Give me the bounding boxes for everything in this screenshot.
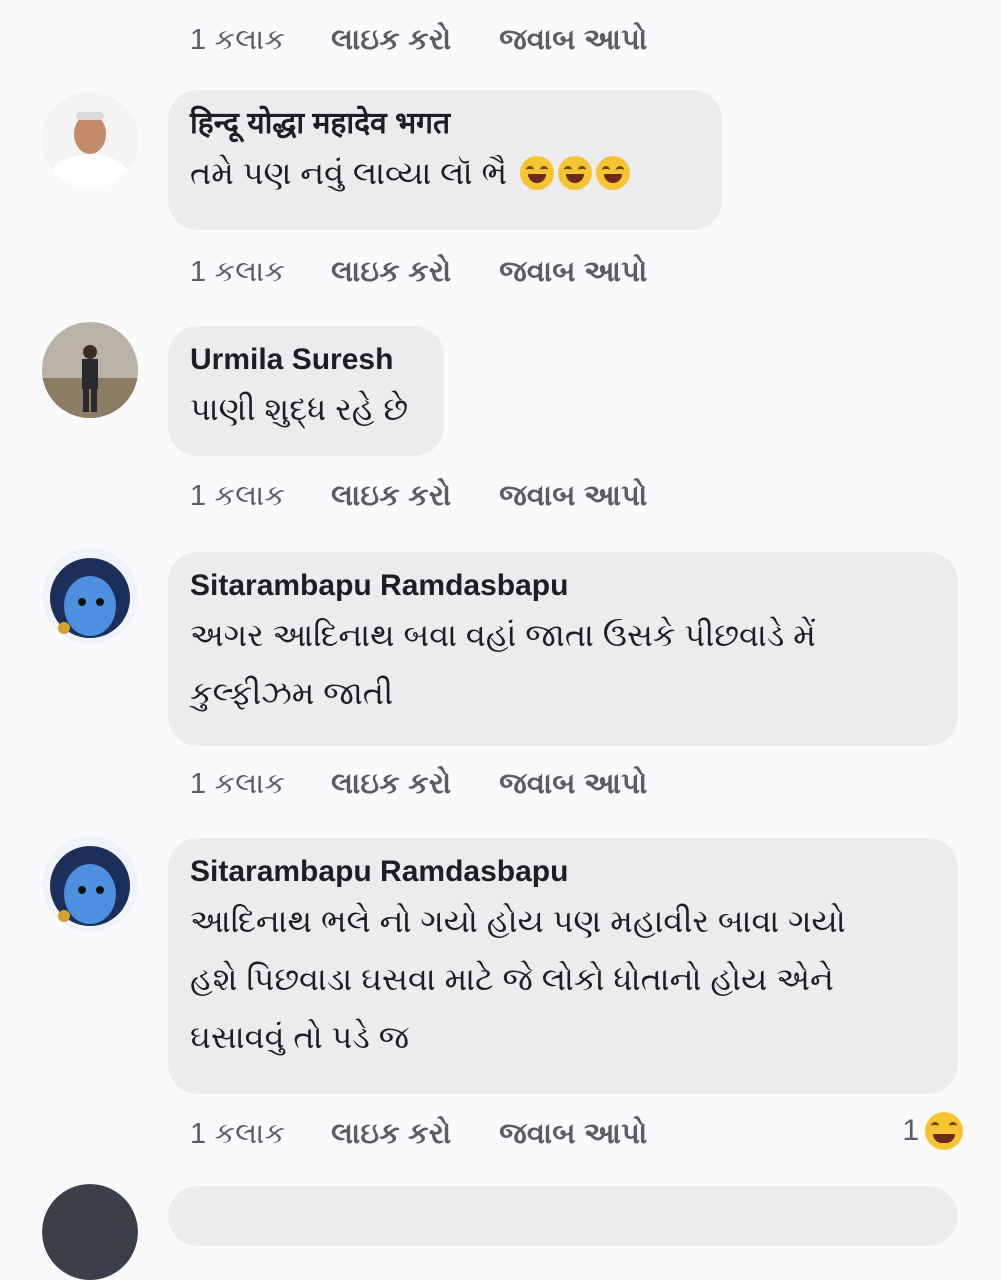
comment-bubble: Urmila Suresh પાણી શુદ્ધ રહે છે [168, 326, 444, 456]
avatar-photo [42, 836, 138, 932]
comment-bubble: Sitarambapu Ramdasbapu આદિનાથ ભલે નો ગયો… [168, 838, 958, 1094]
avatar-photo [42, 548, 138, 644]
avatar-photo [42, 322, 138, 418]
like-button[interactable]: લાઇક કરો [331, 480, 451, 513]
comment-text-line: અગર આદિનાથ બવા વહાં જાતા ઉસકે પીછવાડે મે… [190, 617, 816, 653]
avatar[interactable] [42, 322, 138, 418]
comment-time: 1 કલાક [190, 479, 286, 512]
reply-button[interactable]: જવાબ આપો [499, 1118, 647, 1151]
reaction-summary[interactable]: 1 [902, 1112, 963, 1150]
rolling-on-floor-laughing-icon [520, 156, 555, 190]
reaction-count: 1 [902, 1114, 919, 1147]
laughing-icon [925, 1112, 963, 1150]
avatar[interactable] [42, 1184, 138, 1280]
comment-bubble [168, 1186, 958, 1246]
comment-text: અગર આદિનાથ બવા વહાં જાતા ઉસકે પીછવાડે મે… [190, 606, 936, 722]
comment-text-content: તમે પણ નવું લાવ્યા લૉ ભૈ [190, 155, 508, 191]
commenter-name[interactable]: Urmila Suresh [190, 340, 422, 380]
avatar[interactable] [42, 92, 138, 188]
comment-text-line: આદિનાથ ભલે નો ગયો હોય પણ મહાવીર બાવા ગયો [190, 903, 846, 939]
comment-text: તમે પણ નવું લાવ્યા લૉ ભૈ [190, 144, 700, 202]
comment-time: 1 કલાક [190, 255, 286, 288]
commenter-name[interactable]: हिन्दू योद्धा महादेव भगत [190, 104, 700, 144]
like-button[interactable]: લાઇક કરો [331, 768, 451, 801]
like-button[interactable]: લાઇક કરો [331, 256, 451, 289]
comment-actions: 1 કલાક લાઇક કરો જવાબ આપો [190, 476, 695, 516]
comment-time: 1 કલાક [190, 767, 286, 800]
tears-of-joy-icon [558, 156, 593, 190]
comment-text-line: કુલ્ફીઝમ જાતી [190, 675, 394, 711]
reply-button[interactable]: જવાબ આપો [499, 24, 647, 57]
like-button[interactable]: લાઇક કરો [331, 24, 451, 57]
avatar-photo [42, 1184, 138, 1280]
comment-actions: 1 કલાક લાઇક કરો જવાબ આપો [190, 252, 695, 292]
comment-text-line: હશે પિછવાડા ઘસવા માટે જે લોકો ધોતાનો હોય… [190, 961, 834, 997]
comment-text: પાણી શુદ્ધ રહે છે [190, 391, 409, 427]
like-button[interactable]: લાઇક કરો [331, 1118, 451, 1151]
avatar[interactable] [42, 548, 138, 644]
reply-button[interactable]: જવાબ આપો [499, 768, 647, 801]
commenter-name[interactable]: Sitarambapu Ramdasbapu [190, 566, 936, 606]
comment-time: 1 કલાક [190, 1117, 286, 1150]
reply-button[interactable]: જવાબ આપો [499, 256, 647, 289]
comment-bubble: हिन्दू योद्धा महादेव भगत તમે પણ નવું લાવ… [168, 90, 722, 230]
comment-time: 1 કલાક [190, 23, 286, 56]
comment-actions: 1 કલાક લાઇક કરો જવાબ આપો [190, 764, 695, 804]
reply-button[interactable]: જવાબ આપો [499, 480, 647, 513]
comment-text-line: ઘસાવવું તો પડે જ [190, 1019, 410, 1055]
comment-actions: 1 કલાક લાઇક કરો જવાબ આપો [190, 1114, 695, 1154]
comment-bubble: Sitarambapu Ramdasbapu અગર આદિનાથ બવા વહ… [168, 552, 958, 746]
avatar-photo [42, 92, 138, 188]
avatar[interactable] [42, 836, 138, 932]
comment-text: આદિનાથ ભલે નો ગયો હોય પણ મહાવીર બાવા ગયો… [190, 892, 936, 1066]
commenter-name[interactable]: Sitarambapu Ramdasbapu [190, 852, 936, 892]
grinning-squinting-icon [596, 156, 631, 190]
comment-actions: 1 કલાક લાઇક કરો જવાબ આપો [190, 20, 695, 60]
